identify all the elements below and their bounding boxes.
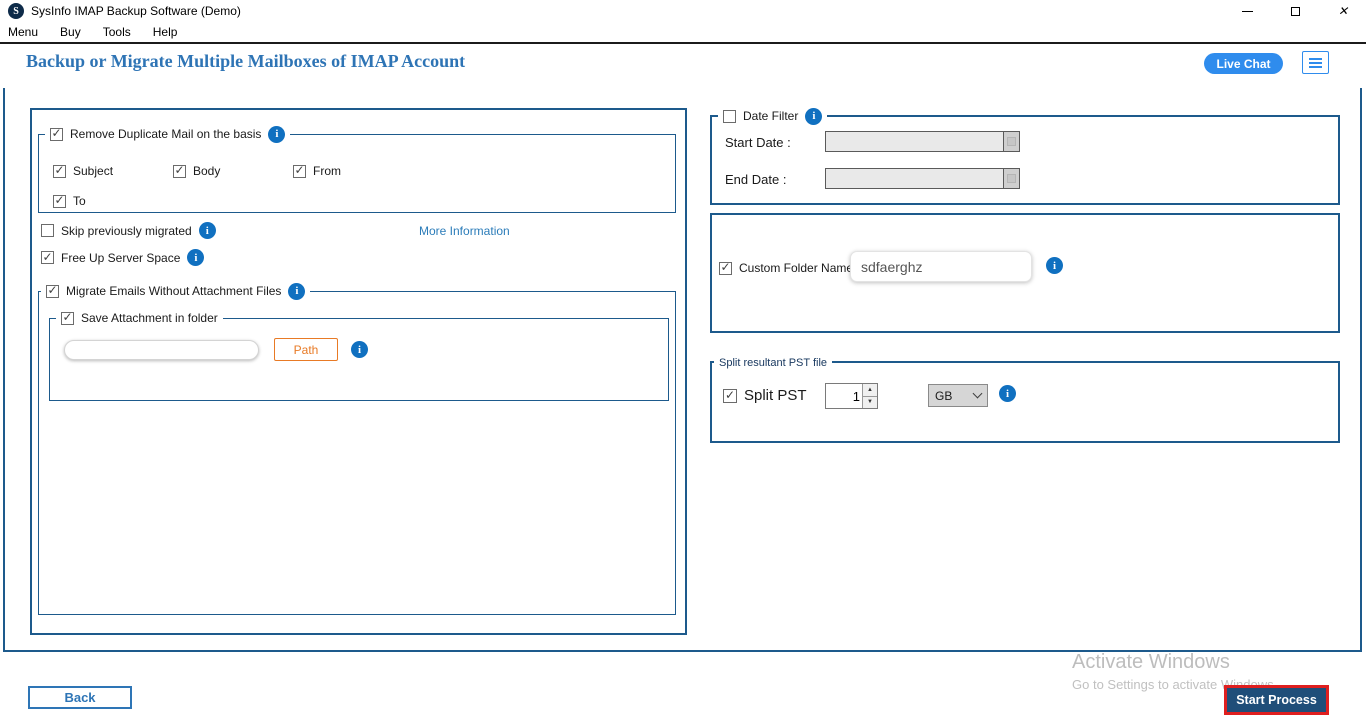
menu-item-tools[interactable]: Tools [93,25,143,39]
menu-bar: Menu Buy Tools Help [0,22,1366,44]
menu-item-help[interactable]: Help [143,25,190,39]
menu-item-buy[interactable]: Buy [50,25,93,39]
save-attachment-groupbox: Save Attachment in folder Path [49,309,669,401]
hamburger-icon [1309,57,1322,60]
free-up-server-space-checkbox[interactable] [41,251,54,264]
end-date-field [825,168,1020,189]
info-icon[interactable] [187,249,205,266]
info-icon[interactable] [198,222,216,239]
title-bar: SysInfo IMAP Backup Software (Demo) [0,0,1366,22]
minimize-button[interactable] [1230,0,1264,22]
app-logo-icon [8,3,24,19]
split-unit-select[interactable]: GB [928,384,988,407]
close-icon [1338,4,1348,18]
custom-folder-checkbox[interactable] [719,261,732,275]
subject-checkbox[interactable] [53,164,66,178]
chevron-down-icon [972,388,983,399]
custom-folder-row[interactable]: Custom Folder Name [719,261,853,275]
remove-duplicate-checkbox[interactable] [50,127,63,141]
end-date-label: End Date : [725,172,787,187]
live-chat-button[interactable]: Live Chat [1204,53,1283,74]
start-process-highlight: Start Process [1224,685,1329,715]
skip-previously-migrated-checkbox[interactable] [41,224,54,237]
remove-duplicate-groupbox: Remove Duplicate Mail on the basis Subje… [38,125,676,213]
info-icon[interactable] [268,125,286,143]
options-panel: Remove Duplicate Mail on the basis Subje… [30,108,687,635]
end-date-input [826,169,1003,188]
date-filter-groupbox: Date Filter Start Date : End Date : [710,107,1340,205]
free-up-server-space-row[interactable]: Free Up Server Space [41,249,205,266]
path-button[interactable]: Path [274,338,338,361]
start-date-input [826,132,1003,151]
migrate-without-attachments-groupbox: Migrate Emails Without Attachment Files … [38,282,676,615]
split-group-label: Split resultant PST file [719,357,828,369]
hamburger-menu-button[interactable] [1302,51,1329,74]
to-checkbox[interactable] [53,194,66,208]
info-icon[interactable] [1046,257,1063,274]
save-attachment-checkbox[interactable] [61,311,74,325]
split-unit-value: GB [935,388,953,403]
back-button[interactable]: Back [28,686,132,709]
info-icon[interactable] [288,282,306,300]
start-process-button[interactable]: Start Process [1227,688,1326,712]
split-pst-checkbox[interactable] [723,388,737,403]
custom-folder-input[interactable] [850,251,1032,282]
spin-down-icon[interactable]: ▼ [863,396,877,408]
calendar-picker-icon [1003,169,1019,188]
duplicate-option-body[interactable]: Body [173,164,220,178]
skip-previously-migrated-row[interactable]: Skip previously migrated [41,222,216,239]
migrate-without-attachments-checkbox[interactable] [46,284,59,298]
attachment-path-input[interactable] [64,340,259,360]
duplicate-option-to[interactable]: To [53,194,86,208]
info-icon[interactable] [351,341,368,358]
close-button[interactable] [1326,0,1360,22]
split-pst-row[interactable]: Split PST [723,387,807,404]
menu-item-menu[interactable]: Menu [0,25,50,39]
page-title: Backup or Migrate Multiple Mailboxes of … [26,51,466,71]
info-icon[interactable] [999,385,1016,402]
info-icon[interactable] [805,107,823,125]
window-title: SysInfo IMAP Backup Software (Demo) [31,4,241,18]
duplicate-option-subject[interactable]: Subject [53,164,113,178]
start-date-field [825,131,1020,152]
more-information-link[interactable]: More Information [419,224,510,238]
minimize-icon [1241,10,1253,12]
split-pst-groupbox: Split resultant PST file Split PST ▲ ▼ G… [710,354,1340,443]
activate-windows-watermark: Activate Windows [1072,651,1230,673]
restore-icon [1290,3,1305,16]
body-checkbox[interactable] [173,164,186,178]
split-size-input[interactable] [826,384,862,408]
split-size-spinner: ▲ ▼ [825,383,878,409]
spin-up-icon[interactable]: ▲ [863,384,877,397]
duplicate-option-from[interactable]: From [293,164,341,178]
date-filter-checkbox[interactable] [723,109,736,123]
calendar-picker-icon [1003,132,1019,151]
restore-button[interactable] [1278,0,1312,22]
remove-duplicate-label: Remove Duplicate Mail on the basis [70,127,262,141]
custom-folder-box: Custom Folder Name [710,213,1340,333]
start-date-label: Start Date : [725,135,791,150]
from-checkbox[interactable] [293,164,306,178]
